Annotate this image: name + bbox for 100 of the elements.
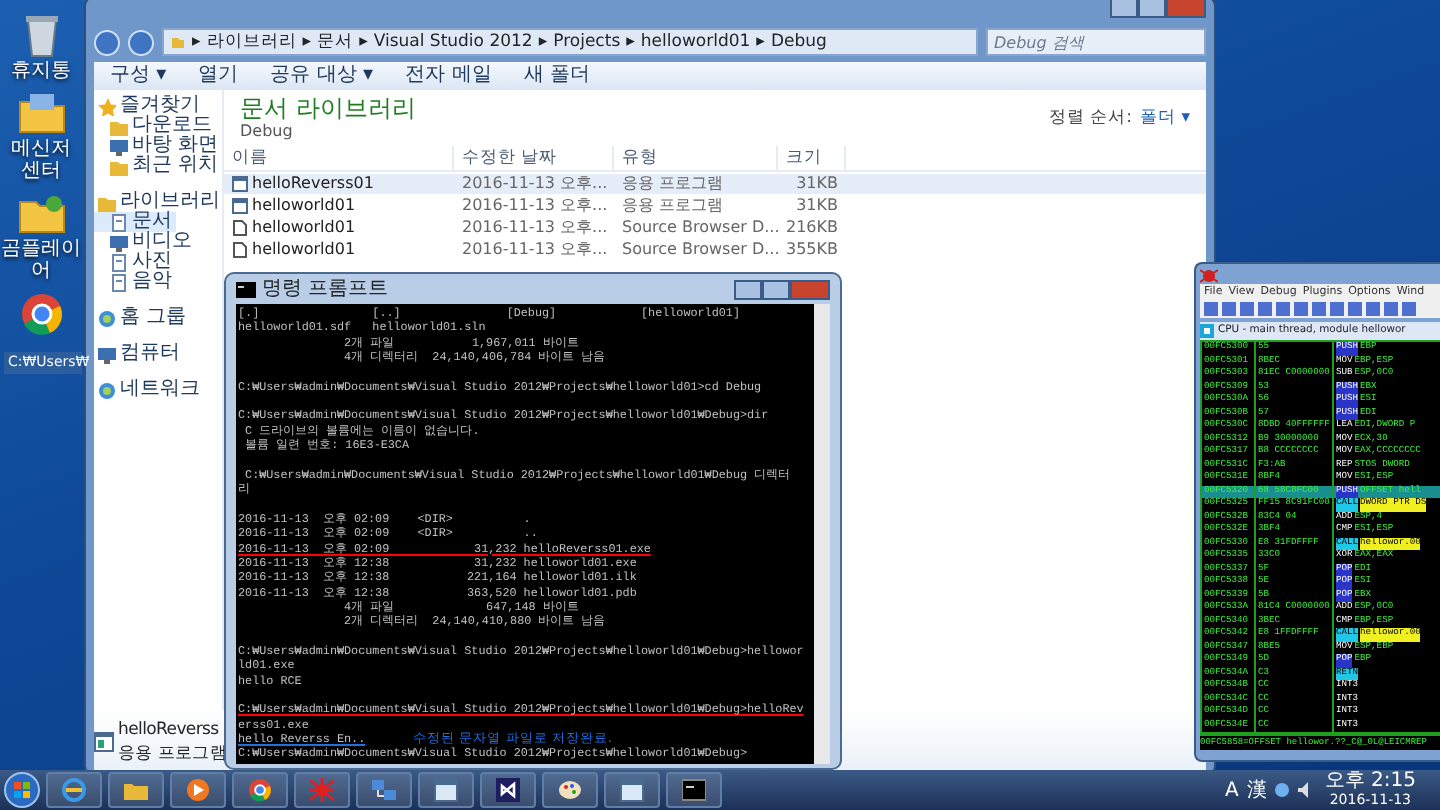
console-icon bbox=[236, 281, 256, 297]
toolbar-button[interactable]: 구성 ▾ bbox=[110, 64, 167, 88]
file-date: 2016-11-13 오후... bbox=[460, 240, 610, 260]
folder-subtitle: Debug bbox=[240, 122, 295, 140]
sidebar-item[interactable]: 문서 bbox=[94, 212, 176, 232]
sidebar-item[interactable]: 컴퓨터 bbox=[94, 344, 184, 364]
sidebar-item[interactable]: 라이브러리 bbox=[94, 192, 224, 212]
breadcrumb-item[interactable]: 문서 bbox=[317, 29, 354, 55]
folder-icon bbox=[170, 34, 186, 50]
file-size: 216KB bbox=[783, 218, 840, 238]
taskbar-button[interactable] bbox=[170, 772, 226, 808]
maximize-button[interactable] bbox=[762, 279, 790, 299]
globe-icon bbox=[62, 778, 86, 802]
file-type: 응용 프로그램 bbox=[620, 196, 726, 216]
sidebar-item[interactable]: 비디오 bbox=[94, 232, 196, 252]
sidebar-item[interactable]: 홈 그룹 bbox=[94, 308, 191, 328]
sidebar-item[interactable]: 다운로드 bbox=[94, 116, 216, 136]
file-row[interactable]: helloworld01 2016-11-13 오후... 응용 프로그램 31KB bbox=[224, 196, 1206, 216]
breadcrumb-item[interactable]: Debug bbox=[770, 29, 827, 55]
document-icon bbox=[110, 273, 128, 291]
bug-icon bbox=[1200, 265, 1218, 283]
file-row[interactable]: helloworld01 2016-11-13 오후... Source Browser D... 216KB bbox=[224, 218, 1206, 238]
language-indicator[interactable]: A bbox=[1225, 775, 1239, 805]
sidebar-item[interactable]: 사진 bbox=[94, 252, 176, 272]
breadcrumb-item[interactable]: 라이브러리 bbox=[206, 29, 297, 55]
file-name: helloworld01 bbox=[252, 196, 356, 216]
minimize-button[interactable] bbox=[1110, 0, 1138, 18]
file-name: helloworld01 bbox=[252, 218, 356, 238]
toolbar-button[interactable]: 열기 bbox=[198, 64, 239, 88]
bug-icon bbox=[310, 778, 334, 802]
taskbar-button[interactable] bbox=[666, 772, 722, 808]
address-bar[interactable]: ▸ 라이브러리 ▸ 문서 ▸ Visual Studio 2012 ▸ Projects ▸ helloworld01 ▸ Debug bbox=[162, 28, 978, 56]
folder-icon[interactable] bbox=[17, 190, 65, 238]
file-name: helloReverss bbox=[118, 718, 221, 742]
taskbar-button[interactable] bbox=[604, 772, 660, 808]
chevron-icon: ▸ bbox=[302, 29, 312, 55]
circle-logo-icon[interactable] bbox=[17, 290, 65, 338]
file-name: helloReverss01 bbox=[252, 174, 374, 194]
window-icon bbox=[232, 176, 248, 192]
file-size: 355KB bbox=[783, 240, 840, 260]
globe-icon bbox=[98, 381, 116, 399]
window-icon bbox=[620, 778, 644, 802]
window-icon bbox=[434, 778, 458, 802]
globe-icon bbox=[98, 309, 116, 327]
column-header[interactable]: 수정한 날짜 bbox=[454, 146, 614, 170]
sidebar-item[interactable]: 즐겨찾기 bbox=[94, 96, 204, 116]
minimize-button[interactable] bbox=[734, 279, 762, 299]
file-type: Source Browser D... bbox=[620, 240, 778, 260]
folder-icon[interactable] bbox=[17, 90, 65, 138]
column-header[interactable]: 이름 bbox=[224, 146, 454, 170]
sidebar-item[interactable]: 바탕 화면 bbox=[94, 136, 223, 156]
breadcrumb-item[interactable]: Projects bbox=[553, 29, 621, 55]
monitor-icon bbox=[110, 233, 128, 251]
toolbar-button[interactable]: 공유 대상 ▾ bbox=[270, 64, 374, 88]
infinity-logo-icon bbox=[496, 778, 520, 802]
file-date: 2016-11-13 오후... bbox=[460, 196, 610, 216]
sort-dropdown[interactable]: 폴더 ▾ bbox=[1140, 106, 1190, 132]
library-title: 문서 라이브러리 bbox=[240, 94, 416, 122]
back-button[interactable] bbox=[94, 29, 120, 55]
column-header[interactable]: 유형 bbox=[614, 146, 778, 170]
play-icon bbox=[186, 778, 210, 802]
document-icon bbox=[110, 213, 128, 231]
forward-button[interactable] bbox=[128, 29, 154, 55]
desktop-icon-label[interactable]: 휴지통 bbox=[1, 60, 81, 82]
sidebar-item[interactable]: 최근 위치 bbox=[94, 156, 223, 176]
taskbar-button[interactable] bbox=[542, 772, 598, 808]
language-indicator[interactable]: 漢 bbox=[1246, 775, 1267, 805]
file-row[interactable]: helloReverss01 2016-11-13 오후... 응용 프로그램 31KB bbox=[224, 174, 1206, 194]
breadcrumb-item[interactable]: Visual Studio 2012 bbox=[373, 29, 533, 55]
column-header[interactable]: 크기 bbox=[778, 146, 846, 170]
scrollbar[interactable] bbox=[814, 304, 830, 764]
file-date: 2016-11-13 오후... bbox=[460, 218, 610, 238]
window-icon bbox=[94, 732, 114, 752]
palette-icon bbox=[558, 778, 582, 802]
circle-logo-icon bbox=[248, 778, 272, 802]
search-field[interactable]: Debug 검색 bbox=[986, 28, 1206, 56]
chevron-icon: ▸ bbox=[538, 29, 548, 55]
breadcrumb-item[interactable]: helloworld01 bbox=[640, 29, 751, 55]
desktop-icon-label[interactable]: 메신저 센터 bbox=[1, 138, 81, 182]
file-size: 31KB bbox=[794, 196, 840, 216]
start-button[interactable] bbox=[4, 772, 40, 808]
sidebar-item[interactable]: 네트워크 bbox=[94, 380, 204, 400]
toolbar-button[interactable]: 전자 메일 bbox=[405, 64, 492, 88]
toolbar-button[interactable]: 새 폴더 bbox=[523, 64, 590, 88]
console-icon bbox=[682, 778, 706, 802]
close-button[interactable] bbox=[790, 279, 830, 299]
file-row[interactable]: helloworld01 2016-11-13 오후... Source Browser D... 355KB bbox=[224, 240, 1206, 260]
sidebar-item[interactable]: 음악 bbox=[94, 272, 176, 292]
taskbar-button[interactable] bbox=[418, 772, 474, 808]
sort-label: 정렬 순서: bbox=[1048, 106, 1133, 132]
taskbar-button[interactable] bbox=[480, 772, 536, 808]
maximize-button[interactable] bbox=[1138, 0, 1166, 18]
file-type: 응용 프로그램 bbox=[620, 174, 726, 194]
network-icon bbox=[372, 778, 396, 802]
file-date: 2016-11-13 오후... bbox=[460, 174, 610, 194]
file-type: Source Browser D... bbox=[620, 218, 778, 238]
file-name: helloworld01 bbox=[252, 240, 356, 260]
monitor-icon bbox=[110, 137, 128, 155]
chevron-icon: ▸ bbox=[359, 29, 368, 55]
desktop-icon-label[interactable]: 곰플레이어 bbox=[1, 238, 81, 282]
